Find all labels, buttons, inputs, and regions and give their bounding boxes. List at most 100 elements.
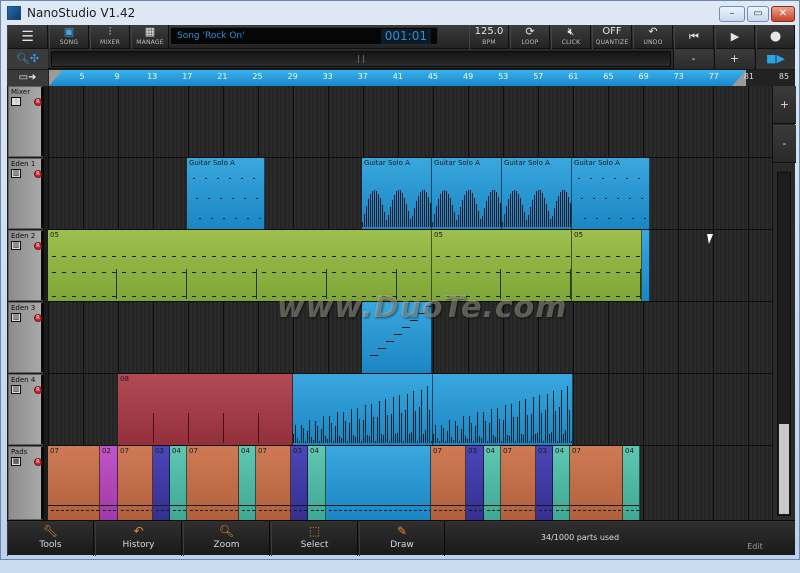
timeline-ruler[interactable]: ▭➜ 5 9 13 17 21 25 29 33 37 41 45 49 53 57 61 65 69 73 77 8… xyxy=(7,70,795,86)
quantize-button[interactable]: OFF QUANTIZE xyxy=(592,25,632,49)
record-arm-button[interactable]: R xyxy=(34,170,42,178)
manage-button[interactable]: ▦ MANAGE xyxy=(131,25,169,49)
record-arm-button[interactable]: R xyxy=(34,314,42,322)
track-lane[interactable]: 08 xyxy=(48,374,772,446)
waveform-line xyxy=(355,437,356,443)
vertical-scroll-panel: + - xyxy=(772,86,796,520)
clip[interactable]: 04 xyxy=(553,446,570,520)
track-header-eden-2[interactable]: Eden 2 ▥ R xyxy=(8,230,44,301)
clip[interactable]: 04 xyxy=(170,446,187,520)
zoom-button[interactable]: 🔍︎ Zoom xyxy=(183,521,270,556)
song-display[interactable]: Song 'Rock On' 001:01 xyxy=(170,27,438,45)
song-button[interactable]: ▣ SONG xyxy=(49,25,89,49)
clip[interactable] xyxy=(433,374,573,445)
midi-note xyxy=(583,510,586,511)
track-lane[interactable] xyxy=(48,86,772,158)
ruler-tick: 21 xyxy=(217,72,228,81)
zoom-move-tool[interactable]: 🔍︎✣ xyxy=(7,49,48,69)
record-arm-button[interactable]: R xyxy=(34,242,42,250)
record-button[interactable]: ● xyxy=(756,25,795,49)
waveform-line xyxy=(323,416,324,443)
track-lane[interactable]: Guitar Solo A Guitar Solo A Guitar Solo A G… xyxy=(48,158,772,230)
clip[interactable] xyxy=(326,446,431,520)
track-header-eden-1[interactable]: Eden 1 ▥ R xyxy=(8,158,44,229)
mixer-button[interactable]: ⫶ MIXER xyxy=(90,25,130,49)
loop-region-button[interactable]: ▭➜ xyxy=(7,70,48,86)
clip[interactable]: 07 xyxy=(48,446,100,520)
horizontal-scrollbar[interactable] xyxy=(51,51,671,67)
clip[interactable]: 04 xyxy=(623,446,640,520)
track-lane[interactable]: 07 02 07 03 04 07 04 07 03 04 07 03 04 07 03 04 07 04 xyxy=(48,446,772,521)
track-header-mixer[interactable]: Mixer ⫶ R xyxy=(8,86,44,157)
midi-note xyxy=(394,334,402,335)
midi-note xyxy=(596,218,598,219)
clip[interactable]: Guitar Solo A xyxy=(362,158,432,229)
clip[interactable]: 08 xyxy=(118,374,293,445)
clip[interactable]: 04 xyxy=(484,446,501,520)
play-button[interactable]: ▶ xyxy=(715,25,755,49)
scrollbar-grip[interactable] xyxy=(358,55,364,63)
waveform-line xyxy=(531,413,532,443)
clip[interactable]: 03 xyxy=(536,446,553,520)
waveform-line xyxy=(365,404,366,443)
menu-button[interactable]: ☰ xyxy=(7,25,48,49)
waveform-line xyxy=(442,190,443,227)
loop-start-marker[interactable] xyxy=(49,70,63,86)
clip[interactable]: Guitar Solo A xyxy=(187,158,265,229)
clip[interactable]: 03 xyxy=(153,446,170,520)
clip[interactable] xyxy=(642,230,650,301)
close-button[interactable]: ✕ xyxy=(771,6,795,22)
clip[interactable]: 03 xyxy=(466,446,484,520)
clip[interactable]: 07 xyxy=(187,446,239,520)
record-arm-button[interactable]: R xyxy=(34,98,42,106)
clip[interactable]: 07 xyxy=(501,446,536,520)
clip[interactable]: 03 xyxy=(291,446,308,520)
clip[interactable]: Guitar Solo A xyxy=(432,158,502,229)
history-button[interactable]: ↶ History xyxy=(95,521,182,556)
vertical-scroll-thumb[interactable] xyxy=(779,424,789,514)
record-arm-button[interactable]: R xyxy=(34,386,42,394)
draw-button[interactable]: ✎ Draw xyxy=(359,521,445,556)
follow-playhead-button[interactable]: ■▶ xyxy=(755,49,795,69)
maximize-button[interactable]: ▭ xyxy=(747,6,769,22)
clip[interactable]: 04 xyxy=(308,446,326,520)
waveform-line xyxy=(362,221,363,227)
hamburger-icon: ☰ xyxy=(21,29,34,45)
zoom-in-button[interactable]: + xyxy=(714,49,754,69)
click-button[interactable]: 🔇︎ CLICK xyxy=(551,25,591,49)
edit-button[interactable]: Edit xyxy=(715,521,795,556)
select-button[interactable]: ⬚ Select xyxy=(271,521,358,556)
clip[interactable]: 07 xyxy=(118,446,153,520)
clip[interactable]: Guitar Solo A xyxy=(502,158,572,229)
track-header-eden-3[interactable]: Eden 3 ▥ R xyxy=(8,302,44,373)
clip-label: 05 xyxy=(574,231,583,239)
zoom-out-button[interactable]: - xyxy=(673,49,713,69)
clip-label: 05 xyxy=(50,231,59,239)
clip[interactable] xyxy=(293,374,433,445)
clip[interactable]: Guitar Solo A xyxy=(572,158,650,229)
clip[interactable]: 07 xyxy=(431,446,466,520)
track-header-eden-4[interactable]: Eden 4 ▥ R xyxy=(8,374,44,445)
rewind-button[interactable]: ⏮ xyxy=(674,25,714,49)
midi-note xyxy=(549,510,552,511)
midi-note xyxy=(596,256,600,257)
clip[interactable]: 05 xyxy=(572,230,642,301)
clip[interactable]: 02 xyxy=(100,446,118,520)
track-header-pads[interactable]: Pads ▦ R xyxy=(8,446,44,520)
midi-note xyxy=(142,296,146,297)
clip[interactable]: 04 xyxy=(239,446,256,520)
tools-button[interactable]: 🔧︎ Tools xyxy=(7,521,94,556)
track-zoom-out-button[interactable]: - xyxy=(773,125,796,163)
undo-label: UNDO xyxy=(643,39,663,46)
record-arm-button[interactable]: R xyxy=(34,458,42,466)
vertical-scrollbar[interactable] xyxy=(777,172,791,516)
midi-note xyxy=(66,510,69,511)
loop-button[interactable]: ⟳ LOOP xyxy=(510,25,550,49)
undo-button[interactable]: ↶ UNDO xyxy=(633,25,673,49)
minimize-button[interactable]: – xyxy=(719,6,745,22)
track-zoom-in-button[interactable]: + xyxy=(773,86,796,124)
waveform-line xyxy=(523,434,524,443)
clip[interactable]: 07 xyxy=(570,446,623,520)
clip[interactable]: 07 xyxy=(256,446,291,520)
bpm-button[interactable]: 125.0 BPM xyxy=(469,25,509,49)
